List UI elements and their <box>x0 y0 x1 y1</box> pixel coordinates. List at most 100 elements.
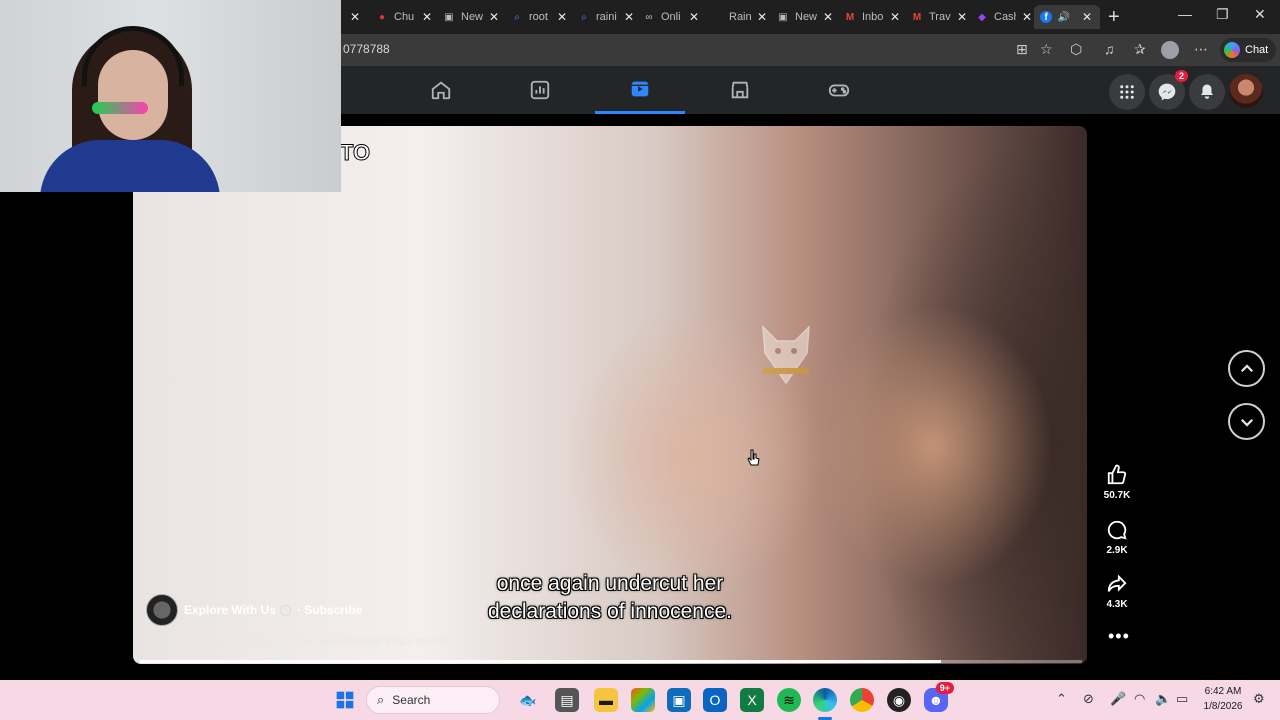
browser-tab[interactable]: ● Chu ✕ <box>370 5 432 29</box>
page-icon <box>711 11 723 23</box>
share-button[interactable]: 4.3K <box>1096 573 1138 610</box>
close-tab-icon[interactable]: ✕ <box>823 10 833 24</box>
discord-icon[interactable]: ☻ 9+ <box>924 682 954 712</box>
file-explorer-icon[interactable]: ▬ <box>594 688 618 712</box>
edge-icon[interactable] <box>813 688 837 712</box>
extensions-icon[interactable]: ⬡ <box>1070 41 1082 58</box>
search-icon: ⌕ <box>581 11 587 23</box>
browser-tab[interactable]: ◆ Cash ✕ <box>970 5 1032 29</box>
tab-title: Chu <box>394 11 415 23</box>
fox-logo-watermark <box>762 325 810 385</box>
clock-time: 6:42 AM <box>1204 686 1242 697</box>
windows-start-icon[interactable] <box>333 688 357 712</box>
more-options-button[interactable]: ••• <box>1108 626 1130 647</box>
microsoft-store-icon[interactable] <box>631 688 655 712</box>
close-tab-icon[interactable]: ✕ <box>557 10 567 24</box>
excel-icon[interactable]: X <box>740 688 764 712</box>
gmail-icon: M <box>845 11 855 23</box>
close-tab-icon[interactable]: ✕ <box>489 10 499 24</box>
task-view-icon[interactable]: ▤ <box>555 688 579 712</box>
gaming-icon <box>828 84 850 97</box>
restore-icon[interactable]: ❐ <box>1216 6 1229 23</box>
channel-name[interactable]: Explore With Us <box>184 603 276 617</box>
mouse-cursor-icon <box>747 449 760 466</box>
video-progress-fill <box>140 660 941 663</box>
comment-button[interactable]: 2.9K <box>1096 519 1138 556</box>
security-icon[interactable]: ⊘ <box>1083 691 1094 707</box>
nav-video[interactable] <box>595 66 685 114</box>
video-description[interactable]: Mom realizes police discovered her HORRI… <box>146 634 459 648</box>
volume-icon[interactable]: 🔈 <box>1155 691 1171 707</box>
close-tab-icon[interactable]: ✕ <box>1082 10 1092 24</box>
chrome-icon[interactable] <box>850 688 874 712</box>
facebook-icon: f <box>1040 11 1052 23</box>
browser-tab[interactable]: ⌕ root ✕ <box>505 5 567 29</box>
browser-tab[interactable]: ▣ New ✕ <box>771 5 833 29</box>
address-bar-url[interactable]: 0778788 <box>343 42 390 56</box>
share-count: 4.3K <box>1106 599 1128 610</box>
close-window-icon[interactable]: ✕ <box>1254 6 1266 23</box>
dashboard-icon <box>530 80 550 100</box>
menu-button[interactable] <box>1109 74 1145 110</box>
messenger-button[interactable]: 2 <box>1149 70 1188 110</box>
browser-tab[interactable]: ⌕ raini ✕ <box>572 5 634 29</box>
more-options-icon[interactable]: ⋯ <box>1194 41 1208 58</box>
battery-icon[interactable]: ▭ <box>1176 691 1188 707</box>
outlook-icon[interactable]: O <box>703 688 727 712</box>
close-tab-icon[interactable]: ✕ <box>957 10 967 24</box>
globe-icon <box>279 604 291 616</box>
microphone-icon[interactable]: 🎤 <box>1110 691 1126 707</box>
widgets-icon[interactable]: 🐟 <box>516 688 540 712</box>
speaker-icon[interactable]: 🔊 <box>1058 11 1070 23</box>
messenger-icon <box>1158 83 1176 101</box>
spotify-icon[interactable]: ≋ <box>777 688 801 712</box>
bookmark-star-icon[interactable]: ☆ <box>1040 41 1053 58</box>
system-clock[interactable]: 6:42 AM 1/8/2026 <box>1196 684 1250 714</box>
close-tab-icon[interactable]: ✕ <box>890 10 900 24</box>
nav-marketplace[interactable] <box>695 66 785 114</box>
wifi-icon[interactable]: ◠ <box>1134 691 1145 707</box>
obs-icon[interactable]: ◉ <box>887 688 911 712</box>
new-tab-button[interactable]: + <box>1108 6 1120 29</box>
minimize-icon[interactable]: — <box>1178 6 1192 22</box>
browser-tab[interactable]: ✕ <box>338 5 360 29</box>
notifications-button[interactable] <box>1189 74 1225 110</box>
grid-menu-icon <box>1120 85 1134 99</box>
subscribe-link[interactable]: · Subscribe <box>297 603 362 617</box>
close-tab-icon[interactable]: ✕ <box>757 10 767 24</box>
search-icon: ⌕ <box>377 692 385 707</box>
chat-label: Chat <box>1245 44 1269 56</box>
app-install-icon[interactable]: ⊞ <box>1016 41 1028 58</box>
channel-avatar[interactable] <box>146 594 178 626</box>
next-reel-button[interactable] <box>1228 403 1265 440</box>
read-aloud-icon[interactable]: ♫ <box>1104 41 1115 57</box>
newtab-icon: ▣ <box>444 11 454 23</box>
account-avatar[interactable] <box>1229 74 1263 108</box>
taskbar-search[interactable]: ⌕ Search <box>366 686 500 714</box>
favorites-icon[interactable]: ✰ <box>1134 41 1146 58</box>
tab-title: root <box>529 11 548 23</box>
close-tab-icon[interactable]: ✕ <box>1022 10 1032 24</box>
browser-tab[interactable]: Raini ✕ <box>705 5 767 29</box>
app-icon[interactable]: ▣ <box>667 688 691 712</box>
close-tab-icon[interactable]: ✕ <box>422 10 432 24</box>
previous-reel-button[interactable] <box>1228 350 1265 387</box>
like-button[interactable]: 50.7K <box>1096 464 1138 501</box>
browser-tab[interactable]: ▣ New ✕ <box>437 5 499 29</box>
browser-tab-active[interactable]: f 🔊 ✕ <box>1034 5 1100 29</box>
chevron-up-icon[interactable]: ⌃ <box>1056 691 1067 707</box>
profile-avatar[interactable] <box>1161 41 1179 59</box>
nav-dashboard[interactable] <box>495 66 585 114</box>
copilot-chat-button[interactable]: Chat <box>1220 38 1277 62</box>
notification-icon[interactable]: ⚙ <box>1253 691 1265 707</box>
browser-tab[interactable]: M Inbo ✕ <box>838 5 900 29</box>
nav-home[interactable] <box>396 66 486 114</box>
video-progress-bar[interactable] <box>140 660 1082 663</box>
close-tab-icon[interactable]: ✕ <box>689 10 699 24</box>
close-tab-icon[interactable]: ✕ <box>624 10 634 24</box>
close-tab-icon[interactable]: ✕ <box>350 10 360 24</box>
tab-title: Cash <box>994 11 1016 23</box>
browser-tab[interactable]: M Travi ✕ <box>905 5 967 29</box>
browser-tab[interactable]: ∞ Onli ✕ <box>637 5 699 29</box>
nav-gaming[interactable] <box>794 66 884 114</box>
